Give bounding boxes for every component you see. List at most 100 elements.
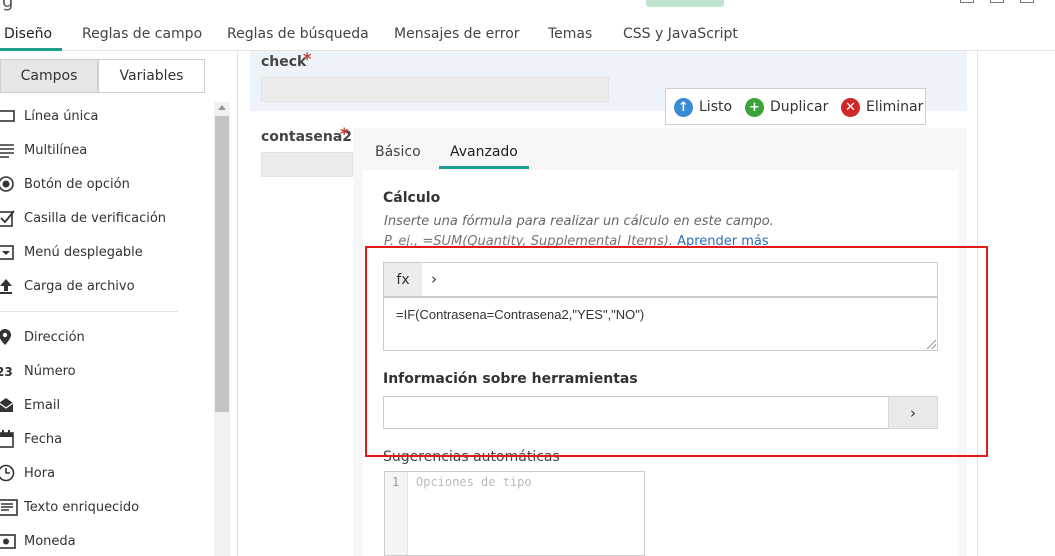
publish-button-partial[interactable]	[646, 0, 724, 7]
tab-themes[interactable]: Temas	[548, 26, 592, 42]
active-tab-indicator	[0, 48, 62, 51]
contasena2-field-preview[interactable]	[261, 152, 353, 177]
sidebar-item-label: Línea única	[24, 108, 99, 124]
fx-button[interactable]: fx	[384, 263, 422, 296]
tooltip-input[interactable]	[383, 396, 889, 429]
close-icon: ✕	[841, 97, 860, 117]
sidebar-scrollbar[interactable]	[214, 102, 230, 556]
duplicate-button[interactable]: + Duplicar	[745, 96, 828, 118]
sidebar-item-radio[interactable]: Botón de opción	[0, 172, 200, 196]
sidebar-item-time[interactable]: Hora	[0, 461, 200, 485]
main-tabs: Diseño Reglas de campo Reglas de búsqued…	[0, 20, 1055, 51]
sidebar-item-label: Dirección	[24, 329, 85, 345]
tab-search-rules[interactable]: Reglas de búsqueda	[227, 26, 369, 42]
tab-css-js[interactable]: CSS y JavaScript	[623, 26, 738, 42]
required-asterisk: *	[303, 49, 312, 68]
check-field-preview[interactable]	[261, 77, 609, 102]
sidebar-item-email[interactable]: Email	[0, 393, 200, 417]
sidebar-item-label: Email	[24, 397, 61, 413]
sidebar-item-rich-text[interactable]: Texto enriquecido	[0, 495, 200, 519]
sidebar-item-checkbox[interactable]: Casilla de verificación	[0, 206, 200, 230]
tab-error-messages[interactable]: Mensajes de error	[394, 26, 520, 42]
duplicate-label: Duplicar	[770, 99, 829, 115]
canvas-border-right	[977, 51, 978, 556]
number-icon: 23	[0, 365, 13, 379]
window-icon[interactable]	[990, 0, 1004, 3]
sidebar-item-currency[interactable]: Moneda	[0, 529, 200, 553]
clock-icon	[0, 464, 15, 482]
chevron-right-icon: ›	[910, 403, 916, 422]
sidebar-divider	[0, 311, 178, 312]
suggestions-editor[interactable]: 1 Opciones de tipo	[384, 471, 645, 556]
arrow-up-icon: ↑	[674, 97, 693, 117]
currency-icon	[0, 534, 16, 549]
field-label-check: check	[261, 54, 307, 70]
single-line-icon	[0, 110, 15, 122]
window-icon[interactable]	[1020, 0, 1034, 3]
sidebar-item-label: Hora	[24, 465, 56, 481]
scroll-up-arrow-icon[interactable]	[218, 105, 226, 110]
variables-toggle-button[interactable]: Variables	[98, 59, 205, 93]
radio-icon	[0, 176, 14, 192]
suggestions-placeholder: Opciones de tipo	[416, 475, 532, 489]
calculation-label: Cálculo	[383, 190, 441, 206]
calculation-example: P. ej., =SUM(Quantity, Supplemental_Item…	[384, 234, 769, 249]
delete-button[interactable]: ✕ Eliminar	[841, 96, 923, 118]
tab-design[interactable]: Diseño	[4, 26, 52, 42]
window-icon[interactable]	[960, 0, 974, 3]
calculation-help: Inserte una fórmula para realizar un cál…	[384, 214, 774, 229]
sidebar-item-label: Fecha	[24, 431, 63, 447]
sidebar-item-label: Moneda	[24, 533, 76, 549]
rich-text-icon	[0, 499, 18, 516]
location-pin-icon	[0, 329, 11, 345]
dropdown-icon	[0, 245, 14, 260]
plus-icon: +	[745, 97, 764, 117]
line-number-gutter: 1	[385, 472, 408, 555]
sidebar-item-single-line[interactable]: Línea única	[0, 104, 200, 128]
chevron-right-icon[interactable]: ›	[431, 270, 437, 288]
learn-more-link[interactable]: Aprender más	[677, 234, 769, 249]
sidebar-item-address[interactable]: Dirección	[0, 325, 200, 349]
tab-advanced[interactable]: Avanzado	[450, 144, 518, 160]
sidebar-item-label: Multilínea	[24, 142, 88, 158]
svg-text:23: 23	[0, 365, 13, 379]
calendar-icon	[0, 430, 14, 448]
suggestions-label: Sugerencias automáticas	[383, 449, 560, 465]
sidebar-item-date[interactable]: Fecha	[0, 427, 200, 451]
scrollbar-thumb[interactable]	[215, 116, 229, 412]
resize-handle-icon[interactable]	[927, 340, 936, 349]
sidebar-item-label: Botón de opción	[24, 176, 130, 192]
sidebar-item-number[interactable]: 23 Número	[0, 359, 200, 383]
sidebar-item-dropdown[interactable]: Menú desplegable	[0, 240, 200, 264]
tooltip-label: Información sobre herramientas	[383, 371, 638, 387]
active-subtab-indicator	[439, 166, 529, 169]
tooltip-expand-button[interactable]: ›	[888, 396, 938, 429]
sidebar-item-upload[interactable]: Carga de archivo	[0, 274, 200, 298]
upload-icon	[0, 279, 12, 294]
done-label: Listo	[699, 99, 733, 115]
formula-editor[interactable]: =IF(Contrasena=Contrasena2,"YES","NO")	[383, 297, 938, 351]
example-text: P. ej., =SUM(Quantity, Supplemental_Item…	[384, 234, 673, 249]
envelope-icon	[0, 398, 14, 412]
sidebar-item-multiline[interactable]: Multilínea	[0, 138, 200, 162]
tab-field-rules[interactable]: Reglas de campo	[82, 26, 202, 42]
checkbox-icon	[0, 210, 15, 227]
required-asterisk: *	[340, 124, 349, 143]
field-label-contasena2: contasena2	[261, 129, 353, 145]
sidebar-item-label: Casilla de verificación	[24, 210, 167, 226]
sidebar-toggle: Campos Variables	[0, 59, 205, 93]
done-button[interactable]: ↑ Listo	[674, 96, 732, 118]
fields-toggle-button[interactable]: Campos	[0, 59, 98, 93]
app-title-fragment: g	[2, 0, 14, 12]
sidebar-item-label: Carga de archivo	[24, 278, 135, 294]
line-number: 1	[392, 475, 400, 489]
multiline-icon	[0, 144, 14, 158]
delete-label: Eliminar	[866, 99, 924, 115]
tab-basic[interactable]: Básico	[375, 144, 421, 160]
formula-toolbar: fx ›	[383, 262, 938, 297]
sidebar-item-label: Texto enriquecido	[24, 499, 140, 515]
form-builder-window: g Diseño Reglas de campo Reglas de búsqu…	[0, 0, 1055, 556]
canvas-border-left	[237, 51, 238, 556]
formula-text: =IF(Contrasena=Contrasena2,"YES","NO")	[396, 307, 645, 322]
field-toolbar: ↑ Listo + Duplicar ✕ Eliminar	[665, 88, 926, 125]
